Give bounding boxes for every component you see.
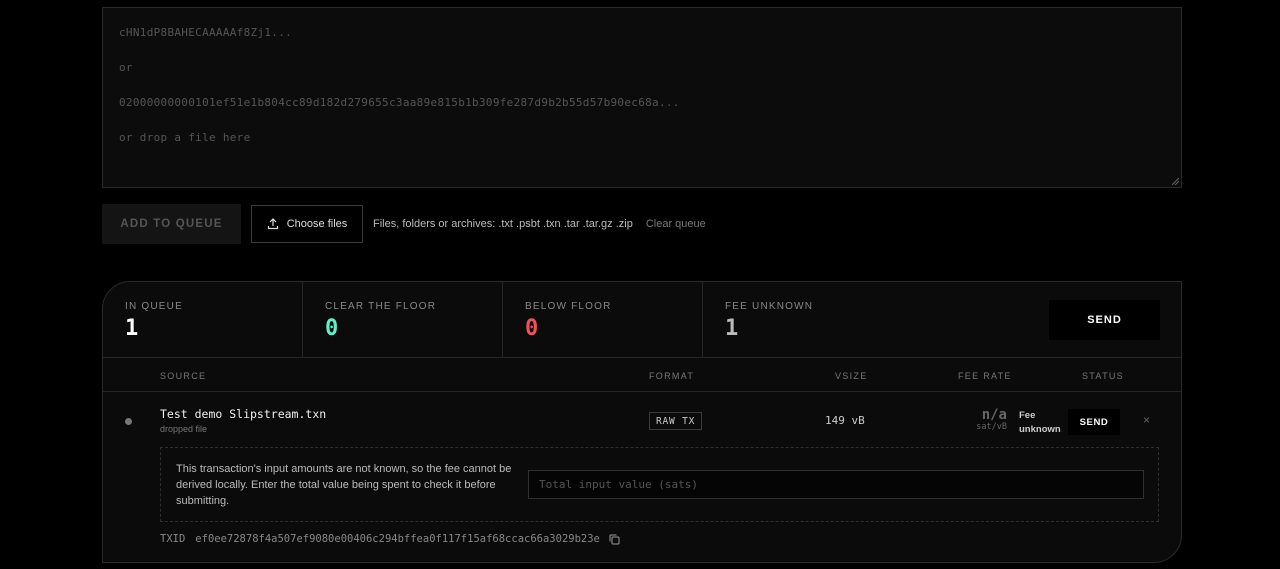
stat-in-queue-label: IN QUEUE <box>125 301 183 312</box>
status-badge: Fee unknown <box>1019 409 1061 437</box>
placeholder-line-drop: or drop a file here <box>119 131 251 144</box>
column-status: STATUS <box>1082 371 1124 381</box>
row-status-dot <box>125 418 132 425</box>
stat-in-queue-value: 1 <box>125 316 139 341</box>
fee-rate-value: n/a <box>981 407 1007 423</box>
send-all-button[interactable]: SEND <box>1049 300 1160 340</box>
clear-queue-link[interactable]: Clear queue <box>646 218 706 230</box>
actions-bar: ADD TO QUEUE Choose files Files, folders… <box>102 204 706 244</box>
add-to-queue-button[interactable]: ADD TO QUEUE <box>102 204 241 244</box>
table-header: SOURCE FORMAT VSIZE FEE RATE STATUS <box>103 358 1181 392</box>
placeholder-line-hex: 02000000000101ef51e1b804cc89d182d279655c… <box>119 96 680 109</box>
status-line-2: unknown <box>1019 424 1061 435</box>
remove-icon[interactable]: × <box>1143 413 1150 427</box>
stat-fee-unknown-value: 1 <box>725 316 739 341</box>
format-badge: RAW TX <box>649 412 703 430</box>
fee-rate: n/a sat/vB <box>943 407 1007 432</box>
txid-label: TXID <box>160 533 186 545</box>
txid-line: TXID ef0ee72878f4a507ef9080e00406c294bff… <box>160 533 620 545</box>
column-vsize: VSIZE <box>835 371 868 381</box>
source-origin: dropped file <box>160 424 208 434</box>
stat-below-floor-label: BELOW FLOOR <box>525 301 612 312</box>
status-line-1: Fee <box>1019 410 1036 421</box>
stat-below-floor-value: 0 <box>525 316 539 341</box>
placeholder-line-or-1: or <box>119 61 133 74</box>
fee-rate-unit: sat/vB <box>976 422 1007 432</box>
resize-grip-icon[interactable] <box>1172 178 1179 185</box>
column-fee-rate: FEE RATE <box>958 371 1012 381</box>
total-input-value-placeholder: Total input value (sats) <box>539 478 698 491</box>
placeholder-line-psbt: cHN1dP8BAHECAAAAAf8Zj1... <box>119 26 293 39</box>
stats-bar: IN QUEUE 1 CLEAR THE FLOOR 0 BELOW FLOOR… <box>103 282 1181 358</box>
fee-unknown-notice: This transaction's input amounts are not… <box>160 447 1159 522</box>
transaction-input[interactable]: cHN1dP8BAHECAAAAAf8Zj1... or 02000000000… <box>102 7 1182 188</box>
stat-clear-the-floor-label: CLEAR THE FLOOR <box>325 301 437 312</box>
txid-value: ef0ee72878f4a507ef9080e00406c294bffea0f1… <box>195 533 600 545</box>
stat-clear-the-floor-value: 0 <box>325 316 339 341</box>
stat-below-floor: BELOW FLOOR 0 <box>503 282 703 358</box>
column-source: SOURCE <box>160 371 207 381</box>
source-name: Test demo Slipstream.txn <box>160 407 327 421</box>
stat-clear-the-floor: CLEAR THE FLOOR 0 <box>303 282 503 358</box>
upload-icon <box>267 218 278 230</box>
choose-files-label: Choose files <box>286 218 348 230</box>
stat-fee-unknown-label: FEE UNKNOWN <box>725 301 814 312</box>
copy-icon[interactable] <box>609 534 620 545</box>
column-format: FORMAT <box>649 371 695 381</box>
notice-text: This transaction's input amounts are not… <box>176 463 512 507</box>
vsize-value: 149 vB <box>825 414 865 427</box>
stat-in-queue: IN QUEUE 1 <box>103 282 303 358</box>
queue-panel: IN QUEUE 1 CLEAR THE FLOOR 0 BELOW FLOOR… <box>102 281 1182 563</box>
total-input-value-field[interactable]: Total input value (sats) <box>528 470 1144 499</box>
send-row-button[interactable]: SEND <box>1068 409 1120 435</box>
file-types-hint: Files, folders or archives: .txt .psbt .… <box>373 218 633 230</box>
stat-fee-unknown: FEE UNKNOWN 1 <box>703 282 903 358</box>
choose-files-button[interactable]: Choose files <box>251 205 363 243</box>
